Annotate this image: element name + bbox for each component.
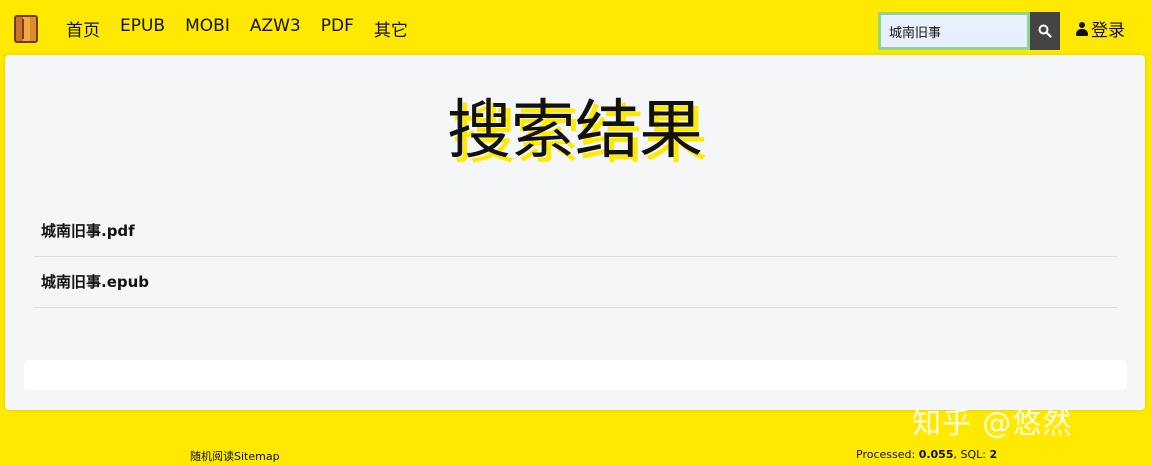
footer-sitemap-link[interactable]: 随机阅读Sitemap <box>190 448 280 464</box>
footer-stats: Processed: 0.055, SQL: 2 <box>856 448 997 461</box>
search-button[interactable] <box>1030 12 1060 50</box>
nav-link-epub[interactable]: EPUB <box>120 16 165 41</box>
watermark: 知乎 @悠然 <box>912 406 1073 440</box>
nav-links: 首页 EPUB MOBI AZW3 PDF 其它 <box>66 16 408 41</box>
sql-value: 2 <box>989 448 998 461</box>
sql-label: , SQL: <box>953 448 990 461</box>
user-icon <box>1076 21 1088 36</box>
nav-link-azw3[interactable]: AZW3 <box>250 16 301 41</box>
book-logo-icon[interactable] <box>14 15 38 43</box>
search-input[interactable] <box>878 12 1030 50</box>
nav-link-pdf[interactable]: PDF <box>321 16 354 41</box>
search-results-card: 搜索结果 城南旧事.pdf 城南旧事.epub <box>5 55 1145 410</box>
nav-link-other[interactable]: 其它 <box>374 16 408 41</box>
page-title: 搜索结果 <box>447 94 703 168</box>
result-item[interactable]: 城南旧事.pdf <box>34 206 1117 257</box>
nav-link-mobi[interactable]: MOBI <box>185 16 230 41</box>
processed-value: 0.055 <box>918 448 954 461</box>
login-label: 登录 <box>1091 21 1125 41</box>
navbar: 首页 EPUB MOBI AZW3 PDF 其它 登录 <box>0 0 1151 56</box>
search-form <box>878 12 1060 50</box>
nav-link-home[interactable]: 首页 <box>66 16 100 41</box>
results-list: 城南旧事.pdf 城南旧事.epub <box>34 206 1117 308</box>
login-link[interactable]: 登录 <box>1076 16 1125 41</box>
processed-label: Processed: <box>856 448 919 461</box>
empty-panel <box>24 360 1127 390</box>
search-icon <box>1038 24 1052 38</box>
result-item[interactable]: 城南旧事.epub <box>34 257 1117 308</box>
